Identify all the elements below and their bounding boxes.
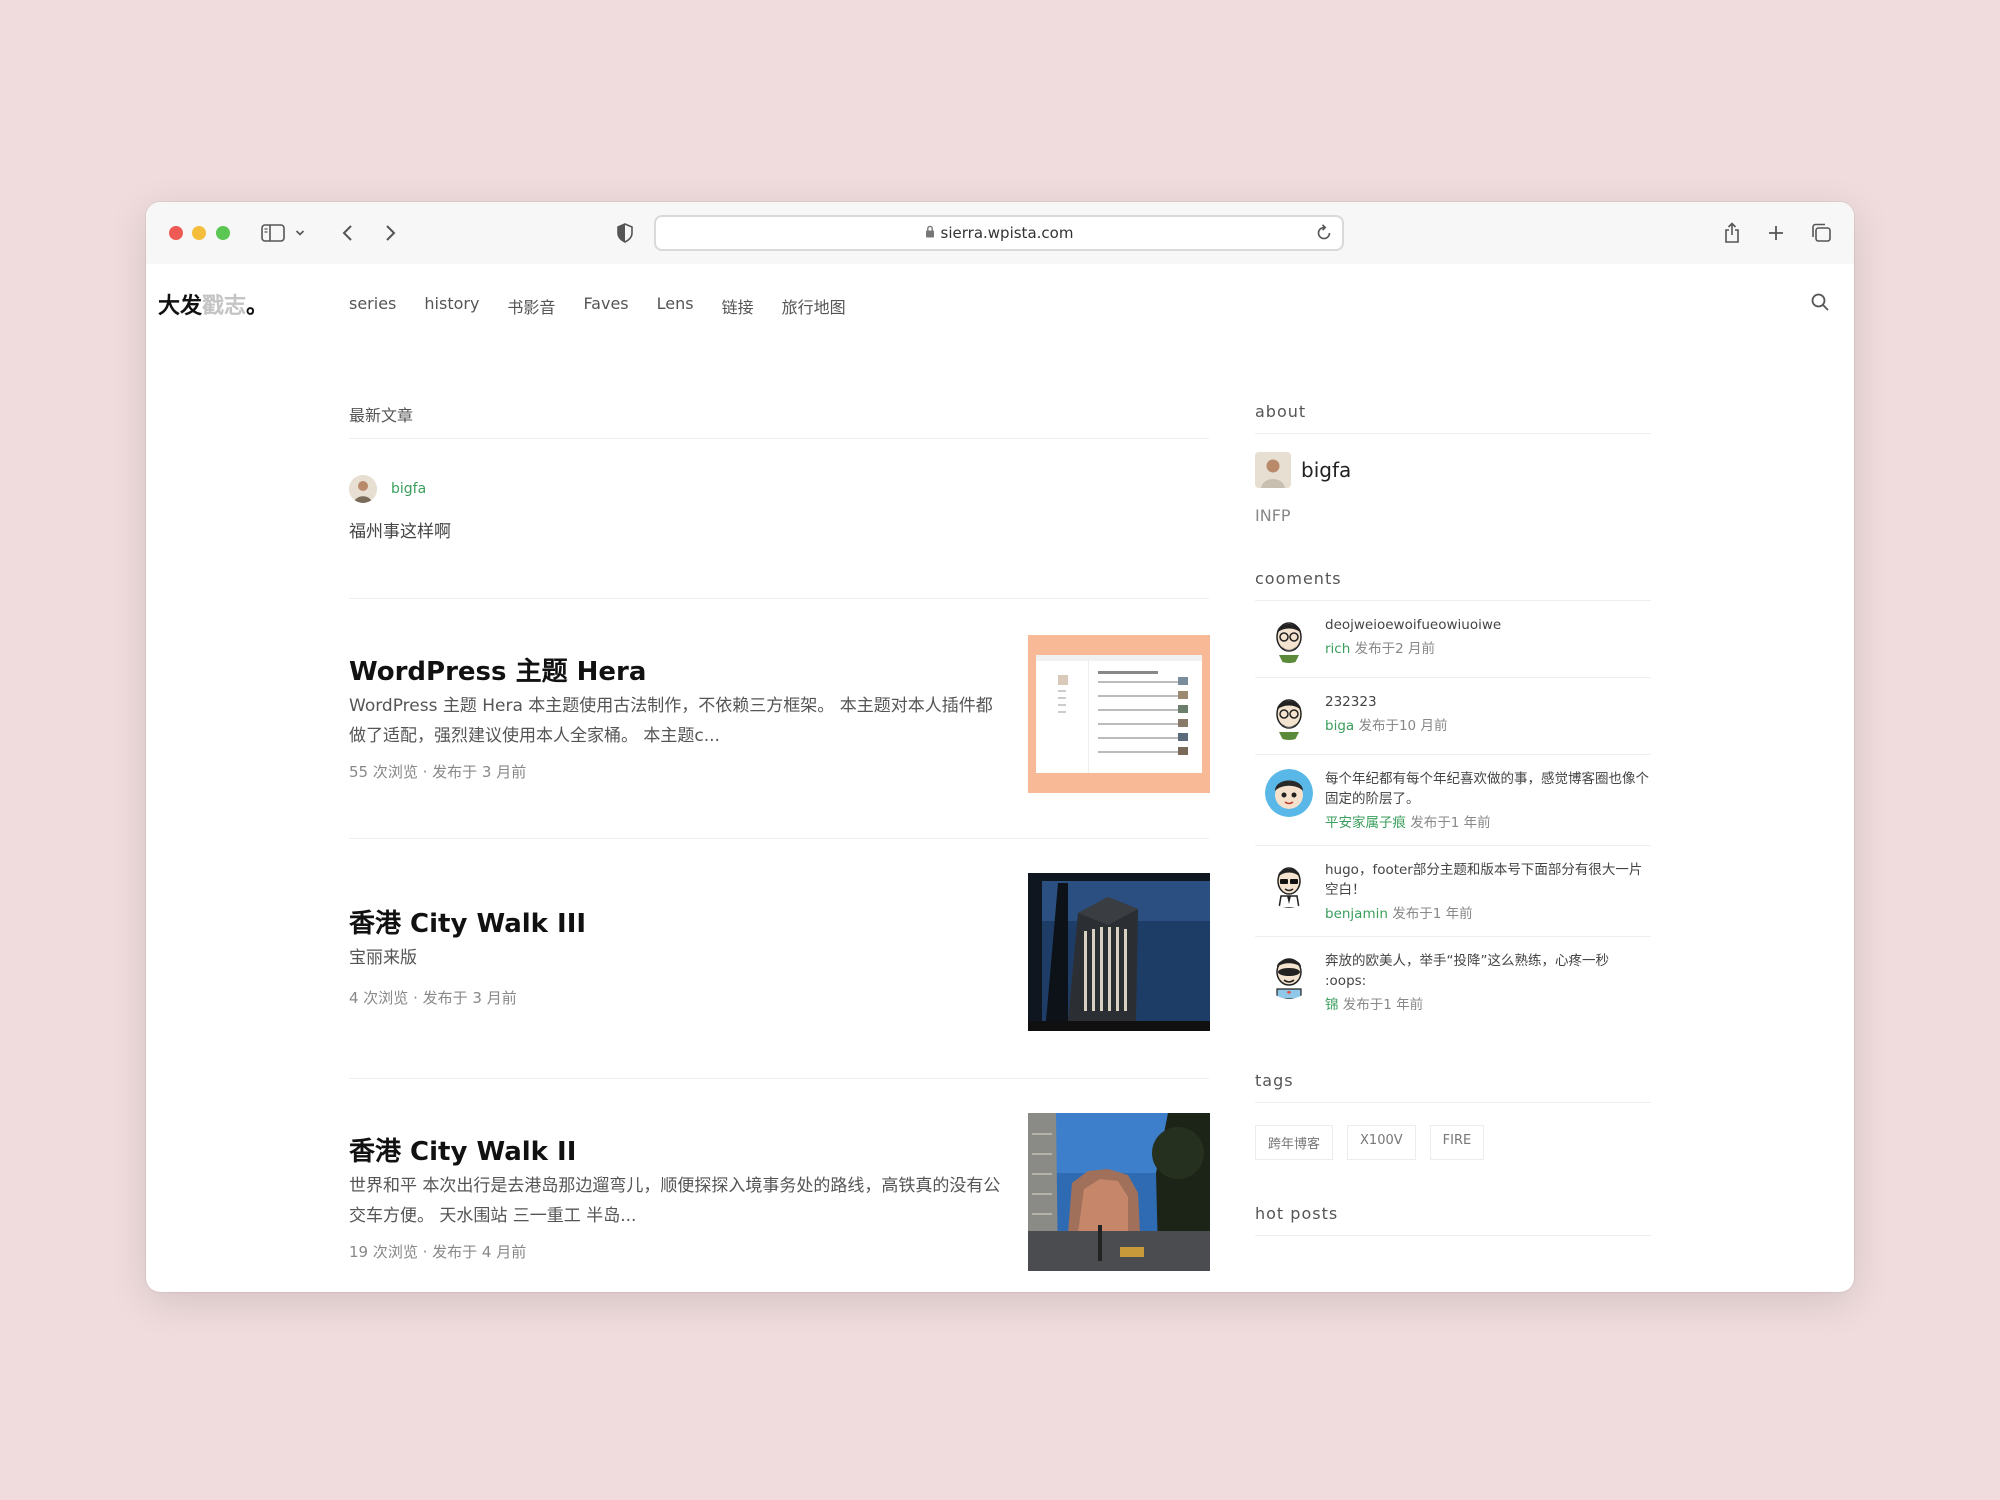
browser-window: sierra.wpista.com 大发戳志。 series history 书… [146, 202, 1854, 1292]
new-tab-icon[interactable] [1765, 218, 1787, 248]
post-meta: 4 次浏览 · 发布于 3 月前 [349, 989, 517, 1007]
reload-icon[interactable] [1316, 223, 1332, 245]
avatar [1265, 951, 1313, 999]
avatar [1265, 692, 1313, 740]
comment-text: hugo，footer部分主题和版本号下面部分有很大一片空白！ [1325, 862, 1643, 898]
comment-item[interactable]: deojweioewoifueowiuoiwe rich 发布于2 月前 [1255, 601, 1651, 678]
post-title[interactable]: WordPress 主题 Hera [349, 651, 646, 688]
post-meta: 19 次浏览 · 发布于 4 月前 [349, 1243, 527, 1261]
comment-item[interactable]: 每个年纪都有每个年纪喜欢做的事，感觉博客圈也像个固定的阶层了。 平安家属子痕 发… [1255, 755, 1651, 846]
comment-text: deojweioewoifueowiuoiwe [1325, 617, 1502, 633]
avatar[interactable] [349, 475, 377, 503]
comments-heading: cooments [1255, 569, 1651, 601]
tab-overview-icon[interactable] [1809, 218, 1833, 248]
tag-list: 跨年博客 X100V FIRE [1255, 1125, 1651, 1160]
chevron-down-icon[interactable] [293, 218, 307, 248]
post-title[interactable]: 香港 City Walk III [349, 903, 586, 940]
main-content: 最新文章 bigfa 福州事这样啊 WordPress 主题 Hera Word… [349, 402, 1210, 1292]
tag-item[interactable]: X100V [1347, 1125, 1416, 1160]
comment-author[interactable]: benjamin [1325, 906, 1388, 922]
comment-item[interactable]: 232323 biga 发布于10 月前 [1255, 678, 1651, 755]
close-window-button[interactable] [169, 226, 183, 240]
nav-item-lens[interactable]: Lens [657, 294, 694, 318]
comment-meta: 平安家属子痕 发布于1 年前 [1325, 815, 1491, 831]
comment-text: 232323 [1325, 694, 1377, 710]
comment-meta: benjamin 发布于1 年前 [1325, 906, 1473, 922]
lock-icon [925, 224, 935, 242]
avatar [1265, 769, 1313, 817]
status-author[interactable]: bigfa [391, 481, 426, 497]
tags-heading: tags [1255, 1071, 1651, 1103]
post-item[interactable]: WordPress 主题 Hera WordPress 主题 Hera 本主题使… [349, 599, 1210, 839]
post-item[interactable]: 香港 City Walk II 世界和平 本次出行是去港岛那边遛弯儿，顺便探探入… [349, 1079, 1210, 1292]
minimize-window-button[interactable] [192, 226, 206, 240]
post-thumbnail[interactable] [1028, 1113, 1210, 1271]
latest-posts-heading: 最新文章 [349, 402, 1209, 439]
avatar [1265, 615, 1313, 663]
nav-item-faves[interactable]: Faves [583, 294, 628, 318]
site-header: 大发戳志。 series history 书影音 Faves Lens 链接 旅… [146, 264, 1854, 344]
forward-icon[interactable] [380, 218, 400, 248]
post-title[interactable]: 香港 City Walk II [349, 1131, 576, 1168]
back-icon[interactable] [338, 218, 358, 248]
status-update: bigfa 福州事这样啊 [349, 475, 1209, 599]
search-icon[interactable] [1810, 292, 1830, 316]
nav-item-media[interactable]: 书影音 [507, 294, 555, 318]
nav-item-series[interactable]: series [349, 294, 396, 318]
comment-meta: 锦 发布于1 年前 [1325, 997, 1424, 1013]
zoom-window-button[interactable] [216, 226, 230, 240]
site-logo[interactable]: 大发戳志。 [158, 288, 268, 320]
status-text: 福州事这样啊 [349, 522, 451, 542]
post-thumbnail[interactable] [1028, 635, 1210, 793]
comment-author[interactable]: rich [1325, 641, 1350, 657]
about-name[interactable]: bigfa [1301, 458, 1351, 482]
comment-list: deojweioewoifueowiuoiwe rich 发布于2 月前 232… [1255, 601, 1651, 1027]
comment-author[interactable]: 锦 [1325, 997, 1339, 1013]
share-icon[interactable] [1721, 218, 1743, 248]
comment-text: 每个年纪都有每个年纪喜欢做的事，感觉博客圈也像个固定的阶层了。 [1325, 771, 1649, 807]
post-item[interactable]: 香港 City Walk III 宝丽来版 4 次浏览 · 发布于 3 月前 [349, 839, 1210, 1079]
about-user: bigfa [1255, 452, 1651, 488]
tag-item[interactable]: 跨年博客 [1255, 1125, 1334, 1160]
address-bar[interactable]: sierra.wpista.com [654, 215, 1344, 251]
comment-author[interactable]: 平安家属子痕 [1325, 815, 1406, 831]
avatar [1265, 860, 1313, 908]
nav-item-history[interactable]: history [424, 294, 479, 318]
url-text: sierra.wpista.com [940, 224, 1074, 242]
main-nav: series history 书影音 Faves Lens 链接 旅行地图 [349, 294, 846, 318]
nav-item-links[interactable]: 链接 [722, 294, 754, 318]
tag-item[interactable]: FIRE [1429, 1125, 1485, 1160]
about-heading: about [1255, 402, 1651, 434]
browser-toolbar: sierra.wpista.com [146, 202, 1854, 264]
comment-meta: rich 发布于2 月前 [1325, 641, 1435, 657]
post-meta: 55 次浏览 · 发布于 3 月前 [349, 763, 527, 781]
sidebar: about bigfa INFP cooments deojweioewoifu… [1255, 402, 1651, 1236]
comment-item[interactable]: hugo，footer部分主题和版本号下面部分有很大一片空白！ benjamin… [1255, 846, 1651, 937]
privacy-shield-icon[interactable] [614, 218, 636, 248]
post-excerpt: 宝丽来版 [349, 948, 417, 968]
comment-author[interactable]: biga [1325, 718, 1354, 734]
post-excerpt: 世界和平 本次出行是去港岛那边遛弯儿，顺便探探入境事务处的路线，高铁真的没有公交… [349, 1176, 1001, 1226]
about-description: INFP [1255, 506, 1291, 525]
avatar[interactable] [1255, 452, 1291, 488]
comment-text: 奔放的欧美人，举手“投降”这么熟练，心疼一秒 :oops: [1325, 953, 1609, 989]
post-thumbnail[interactable] [1028, 873, 1210, 1031]
post-excerpt: WordPress 主题 Hera 本主题使用古法制作，不依赖三方框架。 本主题… [349, 696, 993, 746]
sidebar-toggle-icon[interactable] [260, 218, 286, 248]
hot-posts-heading: hot posts [1255, 1204, 1651, 1236]
nav-item-travel-map[interactable]: 旅行地图 [782, 294, 846, 318]
comment-meta: biga 发布于10 月前 [1325, 718, 1448, 734]
comment-item[interactable]: 奔放的欧美人，举手“投降”这么熟练，心疼一秒 :oops: 锦 发布于1 年前 [1255, 937, 1651, 1027]
